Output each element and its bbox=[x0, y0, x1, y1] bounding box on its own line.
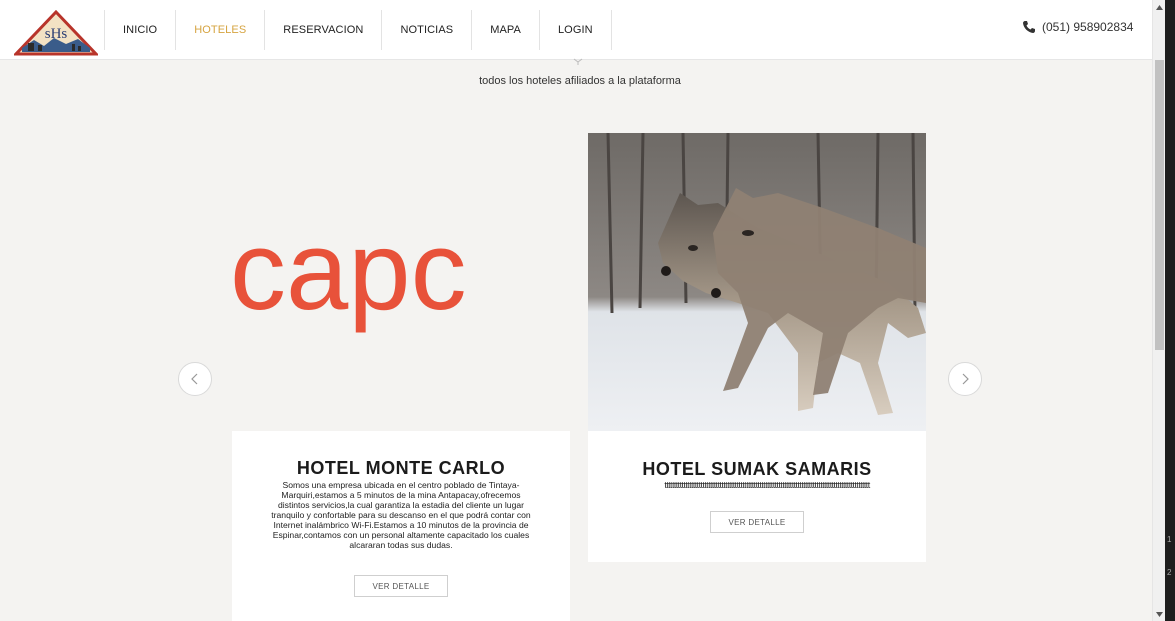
nav-reservacion[interactable]: RESERVACION bbox=[264, 10, 381, 50]
nav-hoteles[interactable]: HOTELES bbox=[175, 10, 264, 50]
decorative-leaf-icon bbox=[573, 58, 583, 65]
chevron-right-icon bbox=[962, 373, 969, 385]
phone-number: (051) 958902834 bbox=[1042, 20, 1134, 34]
hotel-title: HOTEL MONTE CARLO bbox=[296, 458, 506, 478]
hotel-card-monte-carlo: capc HOTEL MONTE CARLO Somos una empresa… bbox=[232, 133, 570, 621]
card-body: HOTEL MONTE CARLO Somos una empresa ubic… bbox=[232, 431, 570, 621]
chevron-left-icon bbox=[191, 373, 198, 385]
phone-contact[interactable]: (051) 958902834 bbox=[1022, 20, 1133, 34]
vertical-scrollbar[interactable] bbox=[1152, 0, 1165, 621]
carousel-prev-button[interactable] bbox=[178, 362, 212, 396]
adjacent-window-edge: 1 2 bbox=[1165, 0, 1175, 621]
nav-noticias[interactable]: NOTICIAS bbox=[381, 10, 471, 50]
site-header: sHs INICIO HOTELES RESERVACION NOTICIAS … bbox=[0, 0, 1152, 60]
hotel-image-monte-carlo: capc bbox=[232, 133, 570, 431]
logo-text: sHs bbox=[45, 26, 68, 42]
nav-mapa[interactable]: MAPA bbox=[471, 10, 539, 50]
nav-inicio[interactable]: INICIO bbox=[104, 10, 175, 50]
phone-icon bbox=[1023, 21, 1035, 33]
hotel-description: tttttttttttttttttttttttttttttttttttttttt… bbox=[664, 480, 870, 490]
nav-login[interactable]: LOGIN bbox=[538, 10, 612, 50]
ver-detalle-button[interactable]: VER DETALLE bbox=[354, 575, 448, 597]
page-subtitle: todos los hoteles afiliados a la platafo… bbox=[479, 75, 681, 87]
main-nav: INICIO HOTELES RESERVACION NOTICIAS MAPA… bbox=[104, 10, 612, 50]
ver-detalle-button[interactable]: VER DETALLE bbox=[710, 511, 804, 533]
hotel-description: Somos una empresa ubicada en el centro p… bbox=[271, 480, 531, 550]
carousel-next-button[interactable] bbox=[948, 362, 982, 396]
scroll-thumb[interactable] bbox=[1155, 60, 1164, 350]
hotel-image-wolves bbox=[588, 133, 926, 431]
hotel-card-sumak-samaris: HOTEL SUMAK SAMARIS tttttttttttttttttttt… bbox=[588, 133, 926, 562]
hotel-logo-text: capc bbox=[232, 208, 467, 333]
logo[interactable]: sHs bbox=[12, 9, 100, 56]
hotel-title: HOTEL SUMAK SAMARIS bbox=[642, 459, 872, 479]
